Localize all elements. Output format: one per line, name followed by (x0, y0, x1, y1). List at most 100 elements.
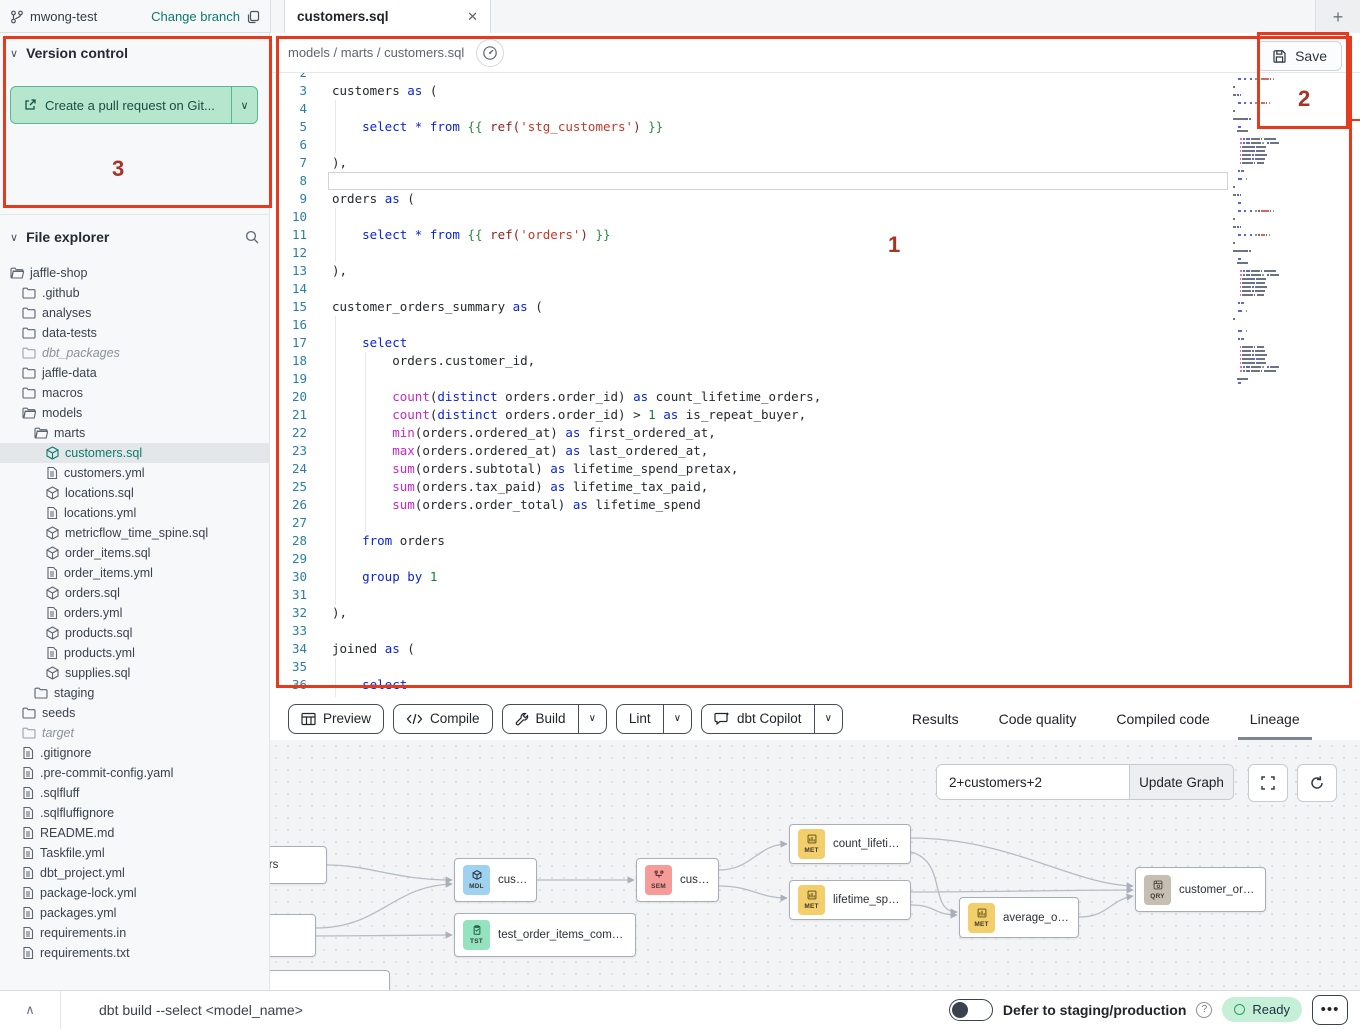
code-line[interactable]: sum(orders.order_total) as lifetime_spen… (332, 496, 701, 514)
tree-item-order-items-yml[interactable]: order_items.yml (0, 563, 270, 583)
tab-compiled-code[interactable]: Compiled code (1096, 697, 1229, 740)
chevron-down-icon[interactable]: ∨ (814, 705, 842, 733)
tab-results[interactable]: Results (892, 697, 979, 740)
tree-item-target[interactable]: target (0, 723, 270, 743)
chevron-down-icon[interactable]: ∨ (578, 705, 606, 733)
code-line[interactable]: sum(orders.tax_paid) as lifetime_tax_pai… (332, 478, 708, 496)
tree-item-jaffle-shop[interactable]: jaffle-shop (0, 263, 270, 283)
file-explorer-header[interactable]: ∨ File explorer (0, 221, 270, 253)
dbt-copilot-button[interactable]: dbt Copilot∨ (701, 704, 843, 734)
code-line[interactable]: from orders (332, 532, 445, 550)
tree-item--sqlfluff[interactable]: .sqlfluff (0, 783, 270, 803)
code-line[interactable]: select * from {{ ref('orders') }} (332, 226, 611, 244)
compile-button[interactable]: Compile (393, 704, 493, 734)
lineage-node-average-order-value[interactable]: METaverage_order_value (959, 897, 1079, 938)
code-line[interactable]: ), (332, 262, 347, 280)
tree-item-requirements-in[interactable]: requirements.in (0, 923, 270, 943)
save-button[interactable]: Save (1257, 41, 1342, 71)
tree-item--pre-commit-config-yaml[interactable]: .pre-commit-config.yaml (0, 763, 270, 783)
button-main[interactable]: Compile (394, 705, 492, 733)
copy-icon[interactable] (246, 10, 260, 24)
button-main[interactable]: Build (503, 705, 578, 733)
code-line[interactable]: customers as ( (332, 82, 437, 100)
code-editor[interactable]: 23customers as (45 select * from {{ ref(… (270, 33, 1360, 697)
tree-item-staging[interactable]: staging (0, 683, 270, 703)
tree-item-products-yml[interactable]: products.yml (0, 643, 270, 663)
tree-item-seeds[interactable]: seeds (0, 703, 270, 723)
overflow-menu-button[interactable]: ••• (1312, 995, 1348, 1025)
tree-item-customers-sql[interactable]: customers.sql (0, 443, 270, 463)
tree-item--sqlfluffignore[interactable]: .sqlfluffignore (0, 803, 270, 823)
close-icon[interactable]: ✕ (467, 9, 478, 25)
command-placeholder[interactable]: dbt build --select <model_name> (99, 1002, 303, 1018)
button-main[interactable]: dbt Copilot (702, 705, 814, 733)
gauge-button[interactable] (476, 39, 504, 67)
lineage-panel[interactable]: stg_customersorders MDLcustomers TSTtest_o… (270, 740, 1360, 990)
tree-item-order-items-sql[interactable]: order_items.sql (0, 543, 270, 563)
code-line[interactable]: count(distinct orders.order_id) > 1 as i… (332, 406, 806, 424)
tree-item-data-tests[interactable]: data-tests (0, 323, 270, 343)
create-pr-main[interactable]: Create a pull request on Git... (11, 87, 231, 123)
lineage-node-partial[interactable] (270, 970, 390, 990)
tree-item-locations-sql[interactable]: locations.sql (0, 483, 270, 503)
tree-item-jaffle-data[interactable]: jaffle-data (0, 363, 270, 383)
tree-item-models[interactable]: models (0, 403, 270, 423)
code-line[interactable]: orders as ( (332, 190, 415, 208)
tree-item-dbt-packages[interactable]: dbt_packages (0, 343, 270, 363)
help-icon[interactable]: ? (1196, 1002, 1212, 1018)
preview-button[interactable]: Preview (288, 704, 384, 734)
defer-toggle[interactable] (949, 999, 993, 1021)
code-line[interactable]: joined as ( (332, 640, 415, 658)
code-line[interactable]: select (332, 676, 407, 694)
version-control-header[interactable]: ∨ Version control (0, 33, 269, 69)
tree-item-orders-yml[interactable]: orders.yml (0, 603, 270, 623)
refresh-button[interactable] (1297, 764, 1337, 802)
lineage-node-lifetime-spend-pretax[interactable]: METlifetime_spend_pretax (789, 880, 911, 920)
add-tab-button[interactable]: + (1333, 8, 1344, 26)
chevron-down-icon[interactable]: ∨ (663, 705, 691, 733)
tree-item-products-sql[interactable]: products.sql (0, 623, 270, 643)
code-line[interactable]: group by 1 (332, 568, 437, 586)
lint-button[interactable]: Lint∨ (616, 704, 692, 734)
lineage-node-test-order-items-compute-to-bools-[interactable]: TSTtest_order_items_compute_to_bools... (454, 913, 636, 957)
tab-customers-sql[interactable]: customers.sql ✕ (284, 0, 491, 33)
lineage-node-count-lifetime-orders[interactable]: METcount_lifetime_orders (789, 824, 911, 864)
lineage-node-customer-order-metrics[interactable]: QRYcustomer_order_metrics (1135, 867, 1266, 912)
create-pr-button[interactable]: Create a pull request on Git... ∨ (10, 86, 258, 124)
tree-item-orders-sql[interactable]: orders.sql (0, 583, 270, 603)
button-main[interactable]: Lint (617, 705, 663, 733)
code-line[interactable]: ), (332, 154, 347, 172)
tree-item-marts[interactable]: marts (0, 423, 270, 443)
tab-lineage[interactable]: Lineage (1230, 697, 1320, 740)
lineage-node-customers[interactable]: SEMcustomers (636, 858, 719, 902)
tree-item-packages-yml[interactable]: packages.yml (0, 903, 270, 923)
tree-item--gitignore[interactable]: .gitignore (0, 743, 270, 763)
tree-item-supplies-sql[interactable]: supplies.sql (0, 663, 270, 683)
tab-code-quality[interactable]: Code quality (979, 697, 1097, 740)
lineage-selector-input[interactable] (937, 765, 1129, 799)
tree-item-customers-yml[interactable]: customers.yml (0, 463, 270, 483)
tree-item-readme-md[interactable]: README.md (0, 823, 270, 843)
tree-item-package-lock-yml[interactable]: package-lock.yml (0, 883, 270, 903)
lineage-node-orders[interactable]: orders (270, 914, 316, 957)
code-line[interactable]: count(distinct orders.order_id) as count… (332, 388, 821, 406)
code-line[interactable]: min(orders.ordered_at) as first_ordered_… (332, 424, 716, 442)
tree-item-locations-yml[interactable]: locations.yml (0, 503, 270, 523)
code-line[interactable]: max(orders.ordered_at) as last_ordered_a… (332, 442, 708, 460)
tree-item-requirements-txt[interactable]: requirements.txt (0, 943, 270, 963)
code-line[interactable]: select * from {{ ref('stg_customers') }} (332, 118, 663, 136)
minimap[interactable] (1233, 66, 1321, 536)
tree-item-dbt-project-yml[interactable]: dbt_project.yml (0, 863, 270, 883)
search-icon[interactable] (244, 229, 260, 245)
fullscreen-button[interactable] (1248, 764, 1288, 802)
tree-item--github[interactable]: .github (0, 283, 270, 303)
tree-item-analyses[interactable]: analyses (0, 303, 270, 323)
tree-item-taskfile-yml[interactable]: Taskfile.yml (0, 843, 270, 863)
lineage-node-customers[interactable]: MDLcustomers (454, 858, 537, 902)
collapse-panel-button[interactable]: ∧ (0, 1002, 60, 1018)
tree-item-metricflow-time-spine-sql[interactable]: metricflow_time_spine.sql (0, 523, 270, 543)
code-line[interactable]: orders.customer_id, (332, 352, 535, 370)
lineage-node-stg-customers[interactable]: stg_customers (270, 846, 327, 884)
code-line[interactable]: select (332, 334, 407, 352)
button-main[interactable]: Preview (289, 705, 383, 733)
